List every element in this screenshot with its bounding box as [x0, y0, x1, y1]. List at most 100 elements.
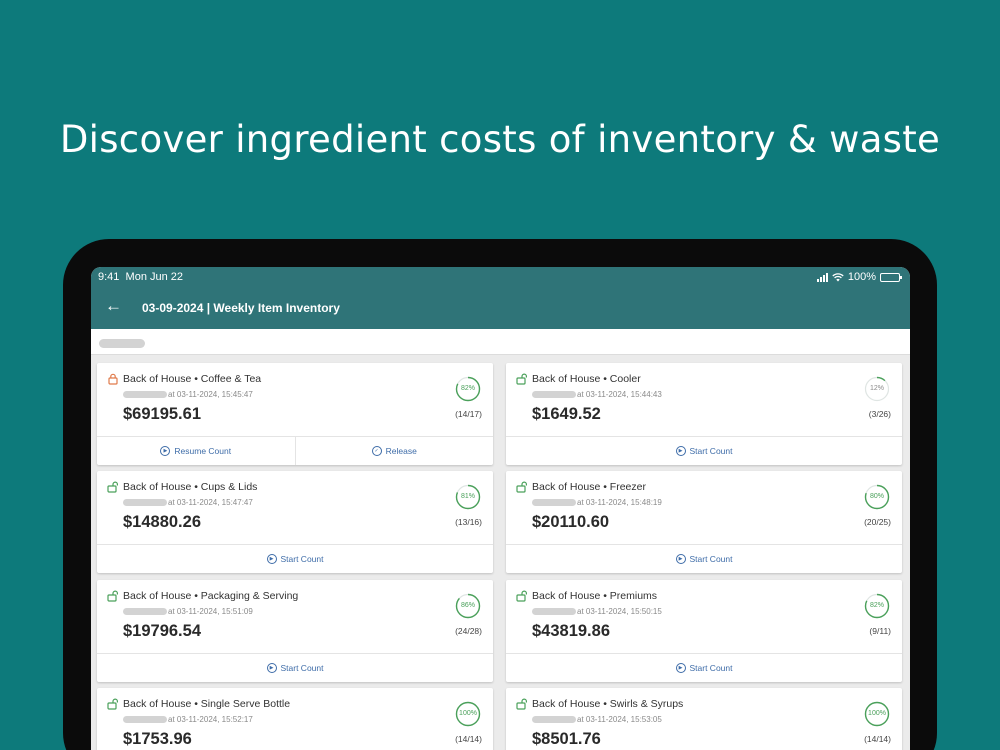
- inventory-value: $69195.61: [123, 405, 201, 423]
- release-button[interactable]: ✓ Release: [294, 437, 494, 465]
- inventory-card: Back of House • Premiums at 03-11-2024, 1…: [506, 580, 902, 682]
- headline: Discover ingredient costs of inventory &…: [59, 118, 941, 161]
- location-name: Back of House • Single Serve Bottle: [123, 698, 291, 710]
- inventory-value: $20110.60: [532, 513, 610, 531]
- progress-percent: 82%: [460, 385, 475, 392]
- progress-ring: 80%: [864, 484, 890, 510]
- card-body[interactable]: Back of House • Packaging & Serving at 03…: [97, 580, 493, 653]
- release-icon: ✓: [371, 446, 382, 456]
- page-title: 03-09-2024 | Weekly Item Inventory: [142, 301, 340, 315]
- inventory-card: Back of House • Coffee & Tea at 03-11-202…: [97, 363, 493, 465]
- progress-ring: 100%: [864, 701, 890, 727]
- progress-percent: 100%: [459, 710, 477, 717]
- start-count-button[interactable]: ▶ Start Count: [506, 545, 902, 573]
- play-circle-icon: ▶: [266, 554, 277, 564]
- item-count: (14/17): [455, 409, 482, 419]
- start-count-label: Start Count: [280, 663, 324, 673]
- location-name: Back of House • Freezer: [532, 481, 646, 493]
- card-body[interactable]: Back of House • Premiums at 03-11-2024, 1…: [506, 580, 902, 653]
- timestamp: at 03-11-2024, 15:52:17: [168, 715, 253, 724]
- location-name: Back of House • Coffee & Tea: [123, 373, 262, 385]
- unlock-icon: [516, 697, 528, 710]
- progress-ring: 12%: [864, 376, 890, 402]
- item-count: (24/28): [455, 626, 482, 636]
- timestamp: at 03-11-2024, 15:44:43: [577, 390, 662, 399]
- progress-percent: 86%: [460, 602, 475, 609]
- inventory-card: Back of House • Packaging & Serving at 03…: [97, 580, 493, 682]
- start-count-button[interactable]: ▶ Start Count: [97, 545, 493, 573]
- unlock-icon: [107, 589, 119, 602]
- lock-icon: [107, 372, 119, 385]
- card-body[interactable]: Back of House • Coffee & Tea at 03-11-202…: [97, 363, 493, 436]
- progress-ring: 82%: [864, 593, 890, 619]
- progress-percent: 100%: [868, 710, 886, 717]
- redacted-user: [123, 391, 167, 398]
- release-label: Release: [385, 446, 417, 456]
- location-name: Back of House • Cooler: [532, 373, 641, 385]
- last-updated: at 03-11-2024, 15:47:47: [123, 498, 253, 507]
- timestamp: at 03-11-2024, 15:47:47: [168, 498, 253, 507]
- item-count: (3/26): [868, 409, 891, 419]
- card-actions: ▶ Start Count: [506, 653, 902, 682]
- redacted-user: [123, 716, 167, 723]
- play-circle-icon: ▶: [160, 446, 171, 456]
- last-updated: at 03-11-2024, 15:44:43: [532, 390, 662, 399]
- filter-bar: [91, 329, 910, 355]
- redacted-user: [532, 391, 576, 398]
- start-count-label: Start Count: [689, 663, 733, 673]
- card-body[interactable]: Back of House • Cups & Lids at 03-11-2024…: [97, 471, 493, 544]
- progress-percent: 81%: [460, 493, 475, 500]
- item-count: (20/25): [864, 517, 891, 527]
- start-count-button[interactable]: ▶ Start Count: [97, 654, 493, 682]
- progress-ring: 81%: [455, 484, 481, 510]
- last-updated: at 03-11-2024, 15:51:09: [123, 607, 253, 616]
- start-count-button[interactable]: ▶ Start Count: [506, 654, 902, 682]
- timestamp: at 03-11-2024, 15:45:47: [168, 390, 253, 399]
- inventory-value: $14880.26: [123, 513, 201, 531]
- card-body[interactable]: Back of House • Single Serve Bottle at 03…: [97, 688, 493, 750]
- unlock-icon: [516, 589, 528, 602]
- last-updated: at 03-11-2024, 15:53:05: [532, 715, 662, 724]
- timestamp: at 03-11-2024, 15:50:15: [577, 607, 662, 616]
- app-screen: 9:41 Mon Jun 22 100% ← 03-09-2024 | Week…: [91, 267, 910, 750]
- redacted-user: [532, 716, 576, 723]
- item-count: (13/16): [455, 517, 482, 527]
- redacted-user: [532, 608, 576, 615]
- card-body[interactable]: Back of House • Cooler at 03-11-2024, 15:…: [506, 363, 902, 436]
- app-bar: ← 03-09-2024 | Weekly Item Inventory: [91, 287, 910, 329]
- card-body[interactable]: Back of House • Freezer at 03-11-2024, 15…: [506, 471, 902, 544]
- unlock-icon: [516, 480, 528, 493]
- status-clock: 9:41: [98, 271, 120, 283]
- location-name: Back of House • Swirls & Syrups: [532, 698, 684, 710]
- inventory-card: Back of House • Single Serve Bottle at 03…: [97, 688, 493, 750]
- last-updated: at 03-11-2024, 15:48:19: [532, 498, 662, 507]
- inventory-card: Back of House • Freezer at 03-11-2024, 15…: [506, 471, 902, 573]
- resume-count-button[interactable]: ▶ Resume Count: [97, 437, 295, 465]
- start-count-label: Start Count: [280, 554, 324, 564]
- start-count-button[interactable]: ▶ Start Count: [506, 437, 902, 465]
- redacted-user: [123, 499, 167, 506]
- card-body[interactable]: Back of House • Swirls & Syrups at 03-11-…: [506, 688, 902, 750]
- redacted-label: [99, 339, 145, 348]
- back-arrow-icon[interactable]: ←: [105, 296, 122, 316]
- progress-percent: 82%: [869, 602, 884, 609]
- card-actions: ▶ Start Count: [506, 544, 902, 573]
- location-name: Back of House • Packaging & Serving: [123, 590, 299, 602]
- inventory-value: $8501.76: [532, 730, 601, 748]
- redacted-user: [123, 608, 167, 615]
- card-actions: ▶ Resume Count ✓ Release: [97, 436, 493, 465]
- inventory-value: $1649.52: [532, 405, 601, 423]
- inventory-card: Back of House • Cooler at 03-11-2024, 15:…: [506, 363, 902, 465]
- progress-ring: 86%: [455, 593, 481, 619]
- inventory-value: $1753.96: [123, 730, 192, 748]
- inventory-value: $19796.54: [123, 622, 201, 640]
- play-circle-icon: ▶: [675, 663, 686, 673]
- status-time: 9:41 Mon Jun 22: [98, 271, 183, 283]
- start-count-label: Start Count: [689, 446, 733, 456]
- status-indicators: 100%: [816, 271, 902, 283]
- card-actions: ▶ Start Count: [506, 436, 902, 465]
- battery-icon: [880, 272, 902, 282]
- last-updated: at 03-11-2024, 15:52:17: [123, 715, 253, 724]
- inventory-value: $43819.86: [532, 622, 610, 640]
- card-actions: ▶ Start Count: [97, 544, 493, 573]
